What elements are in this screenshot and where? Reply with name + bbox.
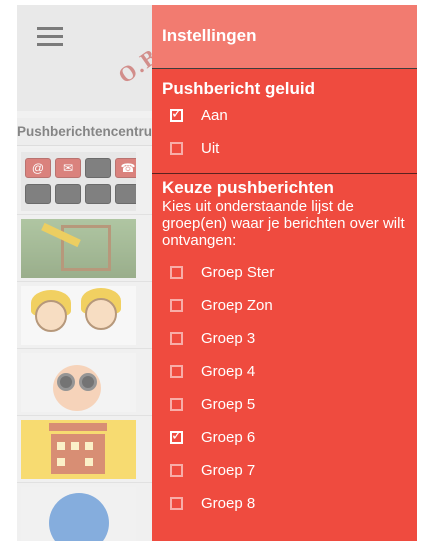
checkbox-unchecked-icon[interactable]	[170, 332, 183, 345]
checkbox-checked-icon[interactable]: ✓	[170, 106, 183, 122]
group-option[interactable]: Groep 7	[152, 454, 417, 487]
sound-option[interactable]: Uit	[152, 132, 417, 165]
group-options: Groep Ster Groep Zon Groep 3 Groep 4 Groep 5…	[152, 256, 417, 520]
group-option[interactable]: Groep 5	[152, 388, 417, 421]
group-option[interactable]: Groep 8	[152, 487, 417, 520]
groups-description: Kies uit onderstaande lijst de groep(en)…	[162, 198, 405, 249]
group-option-label: Groep 6	[201, 429, 256, 446]
sound-heading: Pushbericht geluid	[162, 79, 316, 98]
checkbox-unchecked-icon[interactable]	[170, 497, 183, 510]
sound-option-label: Aan	[201, 107, 228, 124]
checkbox-unchecked-icon[interactable]	[170, 142, 183, 155]
group-option[interactable]: ✓ Groep 6	[152, 421, 417, 454]
group-option[interactable]: Groep 4	[152, 355, 417, 388]
group-option-label: Groep Zon	[201, 297, 273, 314]
group-option-label: Groep 5	[201, 396, 256, 413]
drawer-title: Instellingen	[162, 26, 257, 45]
sound-option[interactable]: ✓ Aan	[152, 99, 417, 132]
groups-heading: Keuze pushberichten	[162, 178, 334, 197]
group-option-label: Groep Ster	[201, 264, 275, 281]
group-option[interactable]: Groep Zon	[152, 289, 417, 322]
checkbox-unchecked-icon[interactable]	[170, 398, 183, 411]
group-option-label: Groep 3	[201, 330, 256, 347]
group-option[interactable]: Groep 3	[152, 322, 417, 355]
group-option[interactable]: Groep Ster	[152, 256, 417, 289]
checkbox-unchecked-icon[interactable]	[170, 464, 183, 477]
group-option-label: Groep 8	[201, 495, 256, 512]
group-option-label: Groep 4	[201, 363, 256, 380]
checkbox-unchecked-icon[interactable]	[170, 365, 183, 378]
sound-option-label: Uit	[201, 140, 220, 157]
drawer-header: Instellingen	[152, 5, 417, 69]
checkbox-unchecked-icon[interactable]	[170, 266, 183, 279]
checkbox-unchecked-icon[interactable]	[170, 299, 183, 312]
group-option-label: Groep 7	[201, 462, 256, 479]
checkbox-checked-icon[interactable]: ✓	[170, 428, 183, 444]
settings-drawer: Instellingen Pushbericht geluid ✓ Aan Uit …	[152, 5, 417, 541]
sound-options: ✓ Aan Uit	[152, 99, 417, 165]
